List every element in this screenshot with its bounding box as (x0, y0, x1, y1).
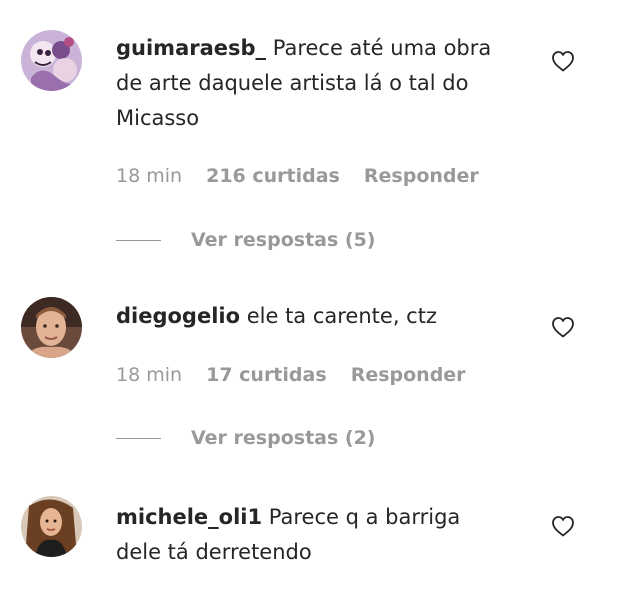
view-replies-label[interactable]: Ver respostas (2) (191, 427, 375, 449)
comment-text-block: guimaraesb_ Parece até uma obra de arte … (116, 31, 511, 136)
avatar[interactable] (21, 30, 82, 91)
replies-divider (116, 438, 161, 439)
like-heart-icon[interactable] (550, 514, 576, 538)
comment-text-block: diegogelio ele ta carente, ctz (116, 299, 511, 334)
comment-likes[interactable]: 17 curtidas (206, 364, 327, 386)
comment-username[interactable]: diegogelio (116, 304, 240, 328)
view-replies-button[interactable]: Ver respostas (5) (116, 228, 375, 252)
cartoon-avatar-icon (21, 30, 82, 91)
view-replies-button[interactable]: Ver respostas (2) (116, 426, 375, 450)
like-heart-icon[interactable] (550, 315, 576, 339)
comment-meta: 18 min 17 curtidas Responder (116, 363, 484, 387)
comment-text-block: michele_oli1 Parece q a barriga dele tá … (116, 500, 511, 570)
like-heart-icon[interactable] (550, 49, 576, 73)
avatar[interactable] (21, 496, 82, 557)
replies-divider (116, 240, 161, 241)
comment-body: ele ta carente, ctz (246, 304, 437, 328)
reply-button[interactable]: Responder (351, 364, 466, 386)
woman-avatar-icon (21, 496, 82, 557)
comment-time: 18 min (116, 165, 183, 187)
man-avatar-icon (21, 297, 82, 358)
comment-time: 18 min (116, 364, 183, 386)
reply-button[interactable]: Responder (364, 165, 479, 187)
comment-username[interactable]: guimaraesb_ (116, 36, 266, 60)
comment-meta: 18 min 216 curtidas Responder (116, 164, 497, 188)
comment-username[interactable]: michele_oli1 (116, 505, 262, 529)
avatar[interactable] (21, 297, 82, 358)
view-replies-label[interactable]: Ver respostas (5) (191, 229, 375, 251)
comment-likes[interactable]: 216 curtidas (206, 165, 340, 187)
